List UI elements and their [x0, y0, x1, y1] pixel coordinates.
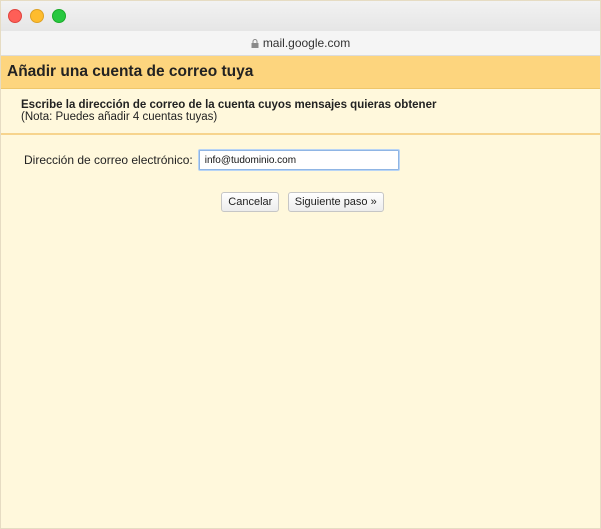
title-bar [1, 1, 600, 31]
minimize-window-button[interactable] [30, 9, 44, 23]
intro-section: Escribe la dirección de correo de la cue… [1, 89, 600, 135]
email-label: Dirección de correo electrónico: [24, 153, 193, 167]
close-window-button[interactable] [8, 9, 22, 23]
address-bar[interactable]: mail.google.com [1, 31, 600, 56]
browser-window: mail.google.com Añadir una cuenta de cor… [0, 0, 601, 529]
lock-icon [251, 39, 259, 48]
maximize-window-button[interactable] [52, 9, 66, 23]
url-text: mail.google.com [262, 36, 351, 50]
email-input[interactable] [198, 150, 399, 170]
instruction-text: Escribe la dirección de correo de la cue… [21, 99, 437, 111]
window-controls [8, 9, 66, 23]
dialog-title: Añadir una cuenta de correo tuya [1, 56, 600, 89]
email-row: Dirección de correo electrónico: [1, 135, 600, 170]
button-row: Cancelar Siguiente paso » [1, 170, 600, 212]
note-text: (Nota: Puedes añadir 4 cuentas tuyas) [21, 111, 218, 123]
cancel-button[interactable]: Cancelar [221, 192, 280, 212]
next-step-button[interactable]: Siguiente paso » [287, 192, 384, 212]
